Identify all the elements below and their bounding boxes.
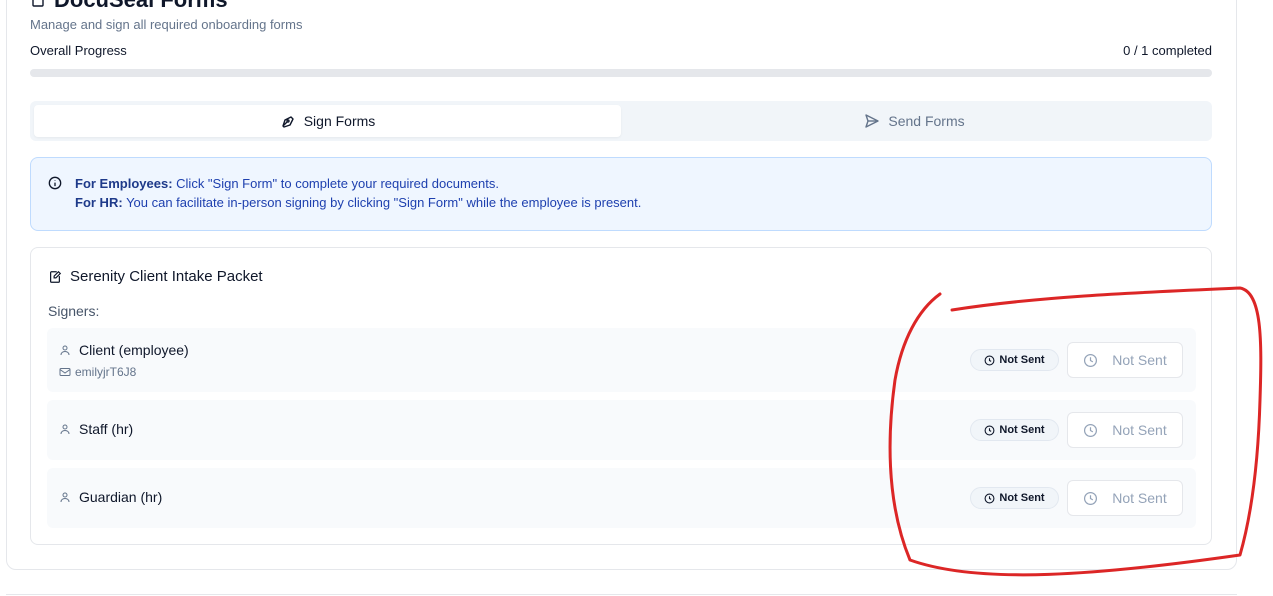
status-badge: Not Sent <box>970 419 1059 441</box>
clock-icon <box>1084 353 1098 367</box>
user-icon <box>60 492 70 503</box>
info-employees-text: Click "Sign Form" to complete your requi… <box>176 176 499 191</box>
send-icon <box>865 114 880 128</box>
signer-name-text: Staff (hr) <box>79 421 134 437</box>
info-employees-line: For Employees: Click "Sign Form" to comp… <box>75 174 1195 193</box>
user-icon <box>60 424 70 435</box>
file-edit-icon <box>50 270 62 283</box>
packet-card: Serenity Client Intake Packet Signers: C… <box>30 247 1212 545</box>
signers-label: Signers: <box>48 303 100 319</box>
signer-name: Guardian (hr) <box>59 489 162 505</box>
page-title-text: DocuSeal Forms <box>54 0 228 13</box>
not-sent-button[interactable]: Not Sent <box>1067 480 1183 516</box>
not-sent-button[interactable]: Not Sent <box>1067 342 1183 378</box>
signer-row: Client (employee) emilyjrT6J8 Not Sent N… <box>47 328 1196 392</box>
progress-bar <box>30 69 1212 77</box>
signer-row: Guardian (hr) Not Sent Not Sent <box>47 468 1196 528</box>
not-sent-button-label: Not Sent <box>1112 422 1167 438</box>
info-hr-text: You can facilitate in-person signing by … <box>126 195 642 210</box>
clock-icon <box>1084 491 1098 505</box>
packet-title: Serenity Client Intake Packet <box>48 268 263 285</box>
signer-email-text: emilyjrT6J8 <box>75 365 137 379</box>
tab-send-forms-label: Send Forms <box>888 113 965 129</box>
forms-tabs: Sign Forms Send Forms <box>30 101 1212 141</box>
signer-row: Staff (hr) Not Sent Not Sent <box>47 400 1196 460</box>
pen-nib-icon <box>282 116 294 128</box>
packet-title-text: Serenity Client Intake Packet <box>70 268 263 285</box>
clock-icon <box>984 493 995 503</box>
signer-name: Client (employee) <box>59 342 189 358</box>
progress-count: 0 / 1 completed <box>1123 43 1212 58</box>
mail-icon <box>59 368 71 376</box>
info-icon <box>48 176 62 190</box>
status-badge: Not Sent <box>970 349 1059 371</box>
status-badge-text: Not Sent <box>999 354 1045 366</box>
tab-sign-forms-label: Sign Forms <box>303 113 376 129</box>
info-employees-label: For Employees: <box>75 176 173 191</box>
not-sent-button-label: Not Sent <box>1112 352 1167 368</box>
file-signature-icon <box>32 0 44 7</box>
status-badge: Not Sent <box>970 487 1059 509</box>
clock-icon <box>984 425 995 435</box>
signer-name-text: Client (employee) <box>79 342 189 358</box>
progress-label: Overall Progress <box>30 43 127 58</box>
signer-name: Staff (hr) <box>59 421 133 437</box>
tab-send-forms[interactable]: Send Forms <box>621 105 1208 137</box>
tab-sign-forms[interactable]: Sign Forms <box>34 105 621 137</box>
status-badge-text: Not Sent <box>999 492 1045 504</box>
signer-name-text: Guardian (hr) <box>79 489 163 505</box>
info-hr-line: For HR: You can facilitate in-person sig… <box>75 193 1195 212</box>
status-badge-text: Not Sent <box>999 424 1045 436</box>
not-sent-button[interactable]: Not Sent <box>1067 412 1183 448</box>
signer-email: emilyjrT6J8 <box>59 365 136 379</box>
user-icon <box>60 345 70 356</box>
not-sent-button-label: Not Sent <box>1112 490 1167 506</box>
page-subtitle: Manage and sign all required onboarding … <box>30 17 303 32</box>
page-title: DocuSeal Forms <box>30 0 228 12</box>
clock-icon <box>984 355 995 365</box>
info-hr-label: For HR: <box>75 195 123 210</box>
clock-icon <box>1084 423 1098 437</box>
info-alert: For Employees: Click "Sign Form" to comp… <box>30 157 1212 231</box>
